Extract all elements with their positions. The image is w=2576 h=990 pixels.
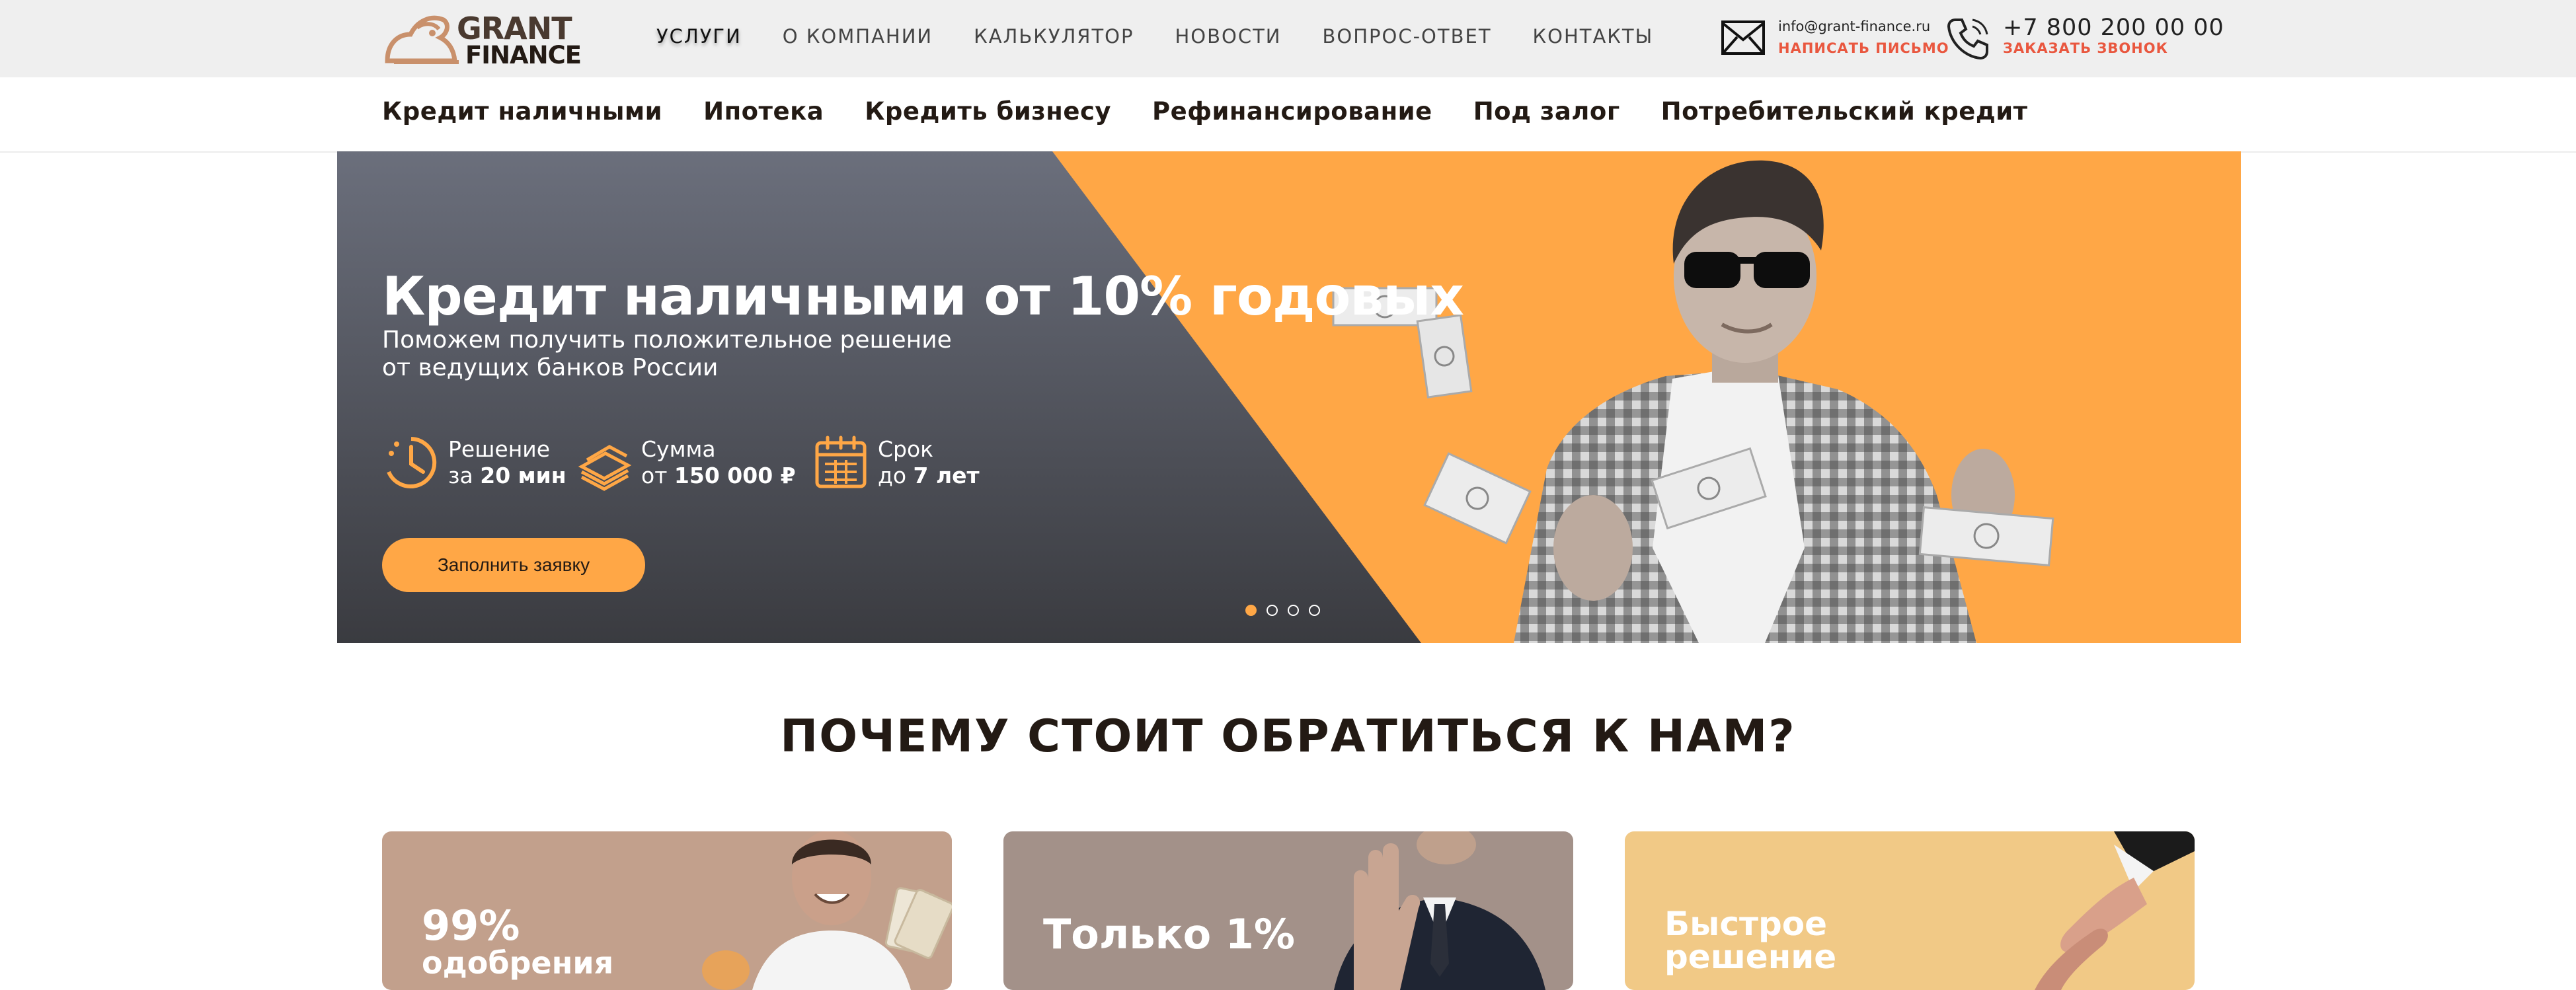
feature-decision-label: Решение: [448, 436, 551, 462]
advantage-fast-title: Быстрое: [1664, 905, 1827, 943]
advantage-rejection-title: Только 1%: [1043, 910, 1296, 958]
advantage-fast-subtitle: решение: [1664, 938, 1837, 976]
feature-term-label: Срок: [878, 436, 934, 462]
feature-decision-prefix: за: [448, 463, 481, 488]
feature-term-prefix: до: [878, 463, 914, 488]
feature-decision-value: 20 мин: [480, 463, 566, 488]
logo[interactable]: GRANT FINANCE: [381, 8, 582, 69]
advantage-card-approval[interactable]: 99% одобрения: [382, 831, 952, 990]
logo-text-finance: FINANCE: [465, 41, 582, 69]
advantage-card-rejection[interactable]: Только 1%: [1003, 831, 1573, 990]
nav-item-about[interactable]: О КОМПАНИИ: [783, 25, 933, 52]
smiling-man-image: [702, 831, 952, 990]
mail-icon[interactable]: [1721, 20, 1766, 56]
slide-dot-1[interactable]: [1245, 605, 1257, 616]
category-consumer-loan[interactable]: Потребительский кредит: [1661, 97, 2028, 126]
handshake-image: [2035, 831, 2195, 990]
feature-term: Срок до 7 лет: [812, 430, 980, 496]
calendar-icon: [815, 436, 867, 488]
category-secured-loan[interactable]: Под залог: [1473, 97, 1620, 126]
hero-subtitle: Поможем получить положительное решение о…: [382, 326, 952, 381]
contact-email[interactable]: info@grant-finance.ru: [1778, 19, 1930, 34]
feature-amount-label: Сумма: [641, 436, 716, 462]
slide-dot-4[interactable]: [1309, 605, 1320, 616]
phone-icon[interactable]: [1946, 16, 1991, 61]
top-bar: GRANT FINANCE УСЛУГИ О КОМПАНИИ КАЛЬКУЛЯ…: [0, 0, 2576, 77]
lion-logo-icon: [385, 15, 459, 64]
hero-banner: Кредит наличными от 10% годовых Поможем …: [337, 151, 2241, 643]
fill-application-button[interactable]: Заполнить заявку: [382, 538, 645, 592]
why-us-heading: ПОЧЕМУ СТОИТ ОБРАТИТЬСЯ К НАМ?: [780, 710, 1796, 763]
category-business-loan[interactable]: Кредить бизнесу: [865, 97, 1111, 126]
feature-amount: Сумма от 150 000 ₽: [575, 430, 796, 496]
order-call-link[interactable]: ЗАКАЗАТЬ ЗВОНОК: [2003, 40, 2168, 56]
category-mortgage[interactable]: Ипотека: [703, 97, 824, 126]
contact-phone[interactable]: +7 800 200 00 00: [2003, 15, 2224, 41]
advantage-approval-title: 99%: [422, 901, 520, 950]
nav-item-contacts[interactable]: КОНТАКТЫ: [1533, 25, 1654, 52]
write-letter-link[interactable]: НАПИСАТЬ ПИСЬМО: [1778, 40, 1949, 56]
feature-term-value: 7 лет: [913, 463, 980, 488]
advantage-approval-subtitle: одобрения: [422, 945, 614, 981]
slide-dot-2[interactable]: [1267, 605, 1278, 616]
category-refinancing[interactable]: Рефинансирование: [1152, 97, 1432, 126]
feature-decision: Решение за 20 мин: [382, 430, 566, 496]
slider-pagination: [1245, 605, 1330, 616]
nav-item-services[interactable]: УСЛУГИ: [656, 25, 742, 52]
category-cash-loan[interactable]: Кредит наличными: [382, 97, 662, 126]
main-nav: УСЛУГИ О КОМПАНИИ КАЛЬКУЛЯТОР НОВОСТИ ВО…: [656, 25, 1694, 52]
nav-item-calculator[interactable]: КАЛЬКУЛЯТОР: [974, 25, 1134, 52]
hero-man-image: [1514, 160, 2015, 643]
businessman-stop-image: [1334, 831, 1545, 990]
advantage-card-fast-decision[interactable]: Быстрое решение: [1625, 831, 2195, 990]
feature-amount-prefix: от: [641, 463, 674, 488]
nav-item-faq[interactable]: ВОПРОС-ОТВЕТ: [1323, 25, 1492, 52]
nav-item-news[interactable]: НОВОСТИ: [1175, 25, 1281, 52]
hero-title: Кредит наличными от 10% годовых: [382, 266, 1464, 327]
category-nav: Кредит наличными Ипотека Кредить бизнесу…: [0, 77, 2576, 153]
slide-dot-3[interactable]: [1288, 605, 1299, 616]
clock-icon: [387, 437, 437, 488]
money-stack-icon: [578, 445, 632, 491]
feature-amount-value: 150 000 ₽: [674, 463, 796, 488]
